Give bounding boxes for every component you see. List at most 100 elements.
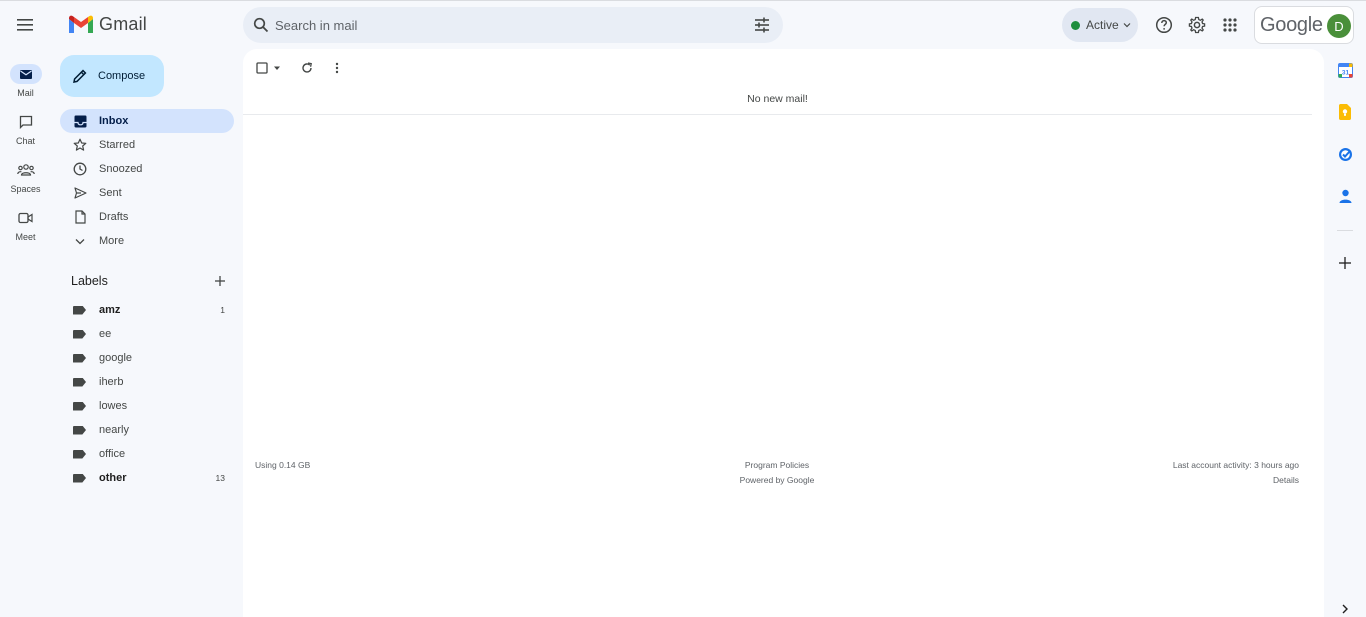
rail-label: Spaces [10, 184, 41, 194]
select-all-checkbox[interactable] [256, 58, 281, 78]
mail-icon [19, 69, 32, 79]
label-tag-icon [73, 377, 86, 387]
send-icon [72, 185, 88, 201]
hamburger-icon [17, 19, 33, 31]
app-name: Gmail [99, 14, 148, 34]
label-item-google[interactable]: google [60, 346, 234, 370]
clock-icon [72, 161, 88, 177]
caret-down-icon [274, 66, 280, 70]
search-options-icon[interactable] [753, 16, 771, 34]
nav-label: More [99, 235, 125, 247]
rail-meet[interactable]: Meet [0, 208, 51, 242]
compose-button[interactable]: Compose [60, 55, 164, 97]
chevron-down-icon [1123, 23, 1131, 28]
label-count: 1 [220, 305, 225, 315]
compose-label: Compose [98, 70, 146, 82]
apps-grid-icon[interactable] [1218, 13, 1242, 37]
avatar[interactable]: D [1327, 14, 1351, 38]
label-tag-icon [73, 401, 86, 411]
label-name: amz [99, 304, 121, 316]
nav-label: Drafts [99, 211, 129, 223]
rail-label: Chat [15, 136, 35, 146]
more-options-icon[interactable] [335, 58, 339, 78]
help-icon[interactable] [1152, 13, 1176, 37]
nav-label: Inbox [99, 115, 129, 127]
right-rail-divider [1337, 230, 1353, 231]
powered-by: Powered by Google [739, 475, 815, 485]
label-name: ee [99, 328, 112, 340]
gmail-m-icon [69, 15, 93, 33]
refresh-icon[interactable] [301, 58, 313, 78]
nav-label: Starred [99, 139, 136, 151]
rail-label: Meet [15, 232, 36, 242]
search-icon[interactable] [243, 7, 279, 43]
search-bar[interactable] [243, 7, 783, 43]
nav-label: Snoozed [99, 163, 143, 175]
spaces-icon [16, 164, 35, 176]
draft-icon [72, 209, 88, 225]
add-addon-icon[interactable] [1336, 254, 1354, 272]
label-name: lowes [99, 400, 128, 412]
details-link[interactable]: Details [1273, 475, 1299, 485]
keep-icon[interactable] [1336, 103, 1354, 121]
empty-inbox-message: No new mail! [747, 93, 808, 105]
nav-snoozed[interactable]: Snoozed [60, 157, 234, 181]
label-name: iherb [99, 376, 124, 388]
label-name: office [99, 448, 126, 460]
calendar-icon[interactable]: 31 [1336, 61, 1354, 79]
label-tag-icon [73, 353, 86, 363]
labels-heading: Labels [71, 274, 108, 288]
checkbox-icon [256, 62, 268, 74]
label-item-other[interactable]: other 13 [60, 466, 234, 490]
label-tag-icon [73, 329, 86, 339]
program-policies-link[interactable]: Program Policies [677, 460, 877, 470]
nav-drafts[interactable]: Drafts [60, 205, 234, 229]
pencil-icon [73, 69, 87, 83]
chat-icon [19, 115, 32, 129]
rail-label: Mail [17, 88, 34, 98]
nav-sent[interactable]: Sent [60, 181, 234, 205]
status-chip[interactable]: Active [1062, 8, 1138, 42]
last-activity: Last account activity: 3 hours ago [1172, 460, 1299, 470]
star-icon [72, 137, 88, 153]
meet-icon [18, 212, 33, 224]
mail-list-panel: No new mail! Using 0.14 GB Program Polic… [243, 49, 1324, 617]
label-item-amz[interactable]: amz 1 [60, 298, 234, 322]
label-item-nearly[interactable]: nearly [60, 418, 234, 442]
search-input[interactable] [275, 17, 735, 33]
label-item-office[interactable]: office [60, 442, 234, 466]
nav-more[interactable]: More [60, 229, 234, 253]
rail-chat[interactable]: Chat [0, 112, 51, 146]
label-item-ee[interactable]: ee [60, 322, 234, 346]
rail-spaces[interactable]: Spaces [0, 160, 51, 194]
chevron-down-icon [72, 233, 88, 249]
top-border [0, 0, 1366, 1]
label-item-lowes[interactable]: lowes [60, 394, 234, 418]
account-button[interactable]: Google D [1254, 6, 1354, 44]
contacts-icon[interactable] [1336, 187, 1354, 205]
label-count: 13 [215, 473, 225, 483]
label-tag-icon [73, 473, 86, 483]
add-label-icon[interactable] [212, 273, 228, 289]
nav-starred[interactable]: Starred [60, 133, 234, 157]
label-name: google [99, 352, 133, 364]
main-menu-button[interactable] [10, 9, 42, 41]
settings-gear-icon[interactable] [1185, 13, 1209, 37]
label-name: other [99, 472, 127, 484]
storage-usage: Using 0.14 GB [255, 460, 311, 470]
label-tag-icon [73, 425, 86, 435]
label-item-iherb[interactable]: iherb [60, 370, 234, 394]
nav-label: Sent [99, 187, 122, 199]
svg-text:31: 31 [1341, 69, 1349, 76]
label-tag-icon [73, 449, 86, 459]
rail-mail[interactable]: Mail [0, 64, 51, 98]
status-dot [1071, 20, 1080, 30]
gmail-logo[interactable]: Gmail [68, 14, 147, 35]
inbox-icon [72, 113, 88, 129]
chevron-right-icon[interactable] [1336, 600, 1354, 617]
divider [243, 114, 1312, 115]
nav-inbox[interactable]: Inbox [60, 109, 234, 133]
google-brand: Google [1260, 13, 1323, 36]
label-tag-icon [73, 305, 86, 315]
tasks-icon[interactable] [1336, 145, 1354, 163]
